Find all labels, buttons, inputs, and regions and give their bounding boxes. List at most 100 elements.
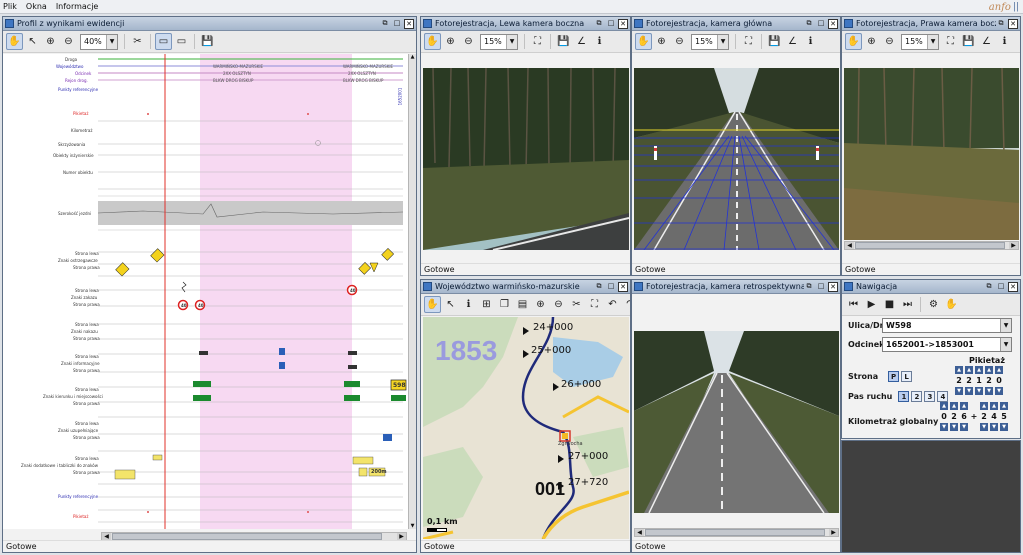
undo-icon[interactable]: ↶	[604, 296, 621, 313]
zoom-out-icon[interactable]: ⊖	[881, 33, 898, 50]
zoom-out-icon[interactable]: ⊖	[671, 33, 688, 50]
pan-hand-icon[interactable]: ✋	[424, 33, 441, 50]
save-icon[interactable]: 💾	[960, 33, 977, 50]
scroll-right-icon[interactable]: ▶	[1009, 242, 1018, 249]
close-icon[interactable]: ✕	[828, 281, 838, 292]
scroll-up-icon[interactable]: ▲	[409, 54, 416, 60]
info-icon[interactable]: ℹ	[802, 33, 819, 50]
last-icon[interactable]: ⏭	[899, 296, 916, 313]
maximize-icon[interactable]: □	[816, 282, 826, 292]
close-icon[interactable]: ✕	[618, 18, 628, 29]
close-icon[interactable]: ✕	[1008, 18, 1018, 29]
chevron-up-icon[interactable]: ▲	[990, 402, 998, 410]
profile-vscroll[interactable]: ▲ ▼	[408, 54, 416, 529]
right-camera-photo[interactable]	[844, 68, 1019, 240]
zoom-select[interactable]: 15% ▼	[480, 33, 518, 50]
locate-icon[interactable]: ✋	[943, 296, 960, 313]
chevron-down-icon[interactable]: ▼	[955, 387, 963, 395]
chevron-down-icon[interactable]: ▼	[975, 387, 983, 395]
main-camera-photo[interactable]	[634, 68, 839, 250]
restore-icon[interactable]: ⧉	[594, 19, 604, 29]
zoom-in-icon[interactable]: ⊕	[532, 296, 549, 313]
zoom-out-icon[interactable]: ⊖	[550, 296, 567, 313]
menu-okna[interactable]: Okna	[26, 2, 47, 11]
fit-icon[interactable]: ⛶	[740, 33, 757, 50]
copy-icon[interactable]: ❐	[496, 296, 513, 313]
retro-camera-hscroll[interactable]: ◀ ▶	[634, 528, 839, 537]
zoom-select[interactable]: 15% ▼	[901, 33, 939, 50]
save-icon[interactable]: 💾	[766, 33, 783, 50]
restore-icon[interactable]: ⧉	[804, 19, 814, 29]
pan-hand-icon[interactable]: ✋	[424, 296, 441, 313]
lane-option-4[interactable]: 4	[937, 391, 949, 402]
pointer-icon[interactable]: ↖	[442, 296, 459, 313]
close-icon[interactable]: ✕	[404, 18, 414, 29]
lane-option-2[interactable]: 2	[911, 391, 923, 402]
fit-extent-icon[interactable]: ✂	[568, 296, 585, 313]
zoom-select[interactable]: 15% ▼	[691, 33, 729, 50]
scroll-left-icon[interactable]: ◀	[635, 529, 644, 536]
chevron-down-icon[interactable]: ▼	[965, 387, 973, 395]
layout-b-icon[interactable]: ▭	[173, 33, 190, 50]
menu-plik[interactable]: Plik	[3, 2, 17, 11]
maximize-icon[interactable]: □	[816, 19, 826, 29]
scroll-thumb[interactable]	[112, 533, 382, 540]
pan-hand-icon[interactable]: ✋	[845, 33, 862, 50]
chevron-up-icon[interactable]: ▲	[940, 402, 948, 410]
pan-hand-icon[interactable]: ✋	[635, 33, 652, 50]
restore-icon[interactable]: ⧉	[996, 19, 1006, 29]
chevron-up-icon[interactable]: ▲	[960, 402, 968, 410]
chevron-down-icon[interactable]: ▼	[940, 423, 948, 431]
chevron-down-icon[interactable]: ▼	[950, 423, 958, 431]
right-camera-hscroll[interactable]: ◀ ▶	[844, 241, 1019, 250]
pointer-icon[interactable]: ↖	[24, 33, 41, 50]
side-option-l[interactable]: L	[901, 371, 913, 382]
save-icon[interactable]: 💾	[199, 33, 216, 50]
info-icon[interactable]: ℹ	[996, 33, 1013, 50]
maximize-icon[interactable]: □	[606, 282, 616, 292]
save-icon[interactable]: 💾	[555, 33, 572, 50]
left-camera-photo[interactable]	[423, 68, 629, 250]
close-icon[interactable]: ✕	[1008, 281, 1018, 292]
lane-option-3[interactable]: 3	[924, 391, 936, 402]
zoom-in-icon[interactable]: ⊕	[442, 33, 459, 50]
full-extent-icon[interactable]: ⛶	[586, 296, 603, 313]
scroll-right-icon[interactable]: ▶	[397, 533, 406, 540]
scroll-left-icon[interactable]: ◀	[102, 533, 111, 540]
maximize-icon[interactable]: □	[392, 19, 402, 29]
play-icon[interactable]: ▶	[863, 296, 880, 313]
scroll-down-icon[interactable]: ▼	[409, 523, 416, 529]
info-icon[interactable]: ℹ	[591, 33, 608, 50]
pikietaz-spinner[interactable]: ▲ 2 ▼ ▲ 2 ▼ ▲ 1 ▼ ▲ 2 ▼ ▲ 0 ▼	[955, 366, 1015, 398]
scroll-thumb[interactable]	[645, 529, 825, 536]
fit-icon[interactable]: ⛶	[942, 33, 959, 50]
chevron-down-icon[interactable]: ▼	[995, 387, 1003, 395]
chevron-down-icon[interactable]: ▼	[980, 423, 988, 431]
zoom-out-icon[interactable]: ⊖	[460, 33, 477, 50]
close-icon[interactable]: ✕	[828, 18, 838, 29]
road-select[interactable]: W598 ▼	[882, 318, 1012, 333]
maximize-icon[interactable]: □	[996, 282, 1006, 292]
close-icon[interactable]: ✕	[618, 281, 628, 292]
lane-option-1[interactable]: 1	[898, 391, 910, 402]
restore-icon[interactable]: ⧉	[804, 282, 814, 292]
stop-icon[interactable]: ■	[881, 296, 898, 313]
zoom-select[interactable]: 40% ▼	[80, 33, 118, 50]
menu-informacje[interactable]: Informacje	[56, 2, 99, 11]
chevron-down-icon[interactable]: ▼	[985, 387, 993, 395]
chevron-down-icon[interactable]: ▼	[1000, 423, 1008, 431]
scroll-left-icon[interactable]: ◀	[845, 242, 854, 249]
side-option-p[interactable]: P	[888, 371, 900, 382]
chevron-up-icon[interactable]: ▲	[950, 402, 958, 410]
retro-camera-photo[interactable]	[634, 331, 839, 513]
zoom-out-icon[interactable]: ⊖	[60, 33, 77, 50]
chevron-up-icon[interactable]: ▲	[975, 366, 983, 374]
restore-icon[interactable]: ⧉	[984, 282, 994, 292]
chevron-down-icon[interactable]: ▼	[960, 423, 968, 431]
chevron-up-icon[interactable]: ▲	[1000, 402, 1008, 410]
measure-icon[interactable]: ∠	[573, 33, 590, 50]
chevron-up-icon[interactable]: ▲	[985, 366, 993, 374]
segment-select[interactable]: 1652001->1853001 ▼	[882, 337, 1012, 352]
fit-extent-icon[interactable]: ✂	[129, 33, 146, 50]
zoom-in-icon[interactable]: ⊕	[42, 33, 59, 50]
